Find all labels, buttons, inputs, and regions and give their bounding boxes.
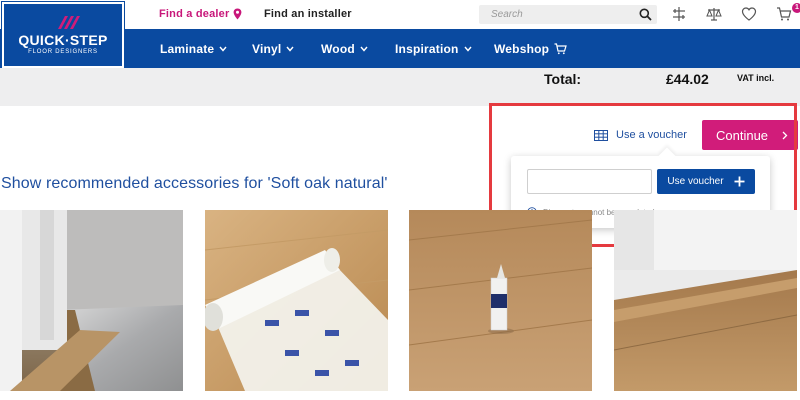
nav-label: Vinyl: [252, 42, 282, 56]
continue-label: Continue: [716, 127, 769, 143]
brand-logo[interactable]: QUICK·STEP FLOOR DESIGNERS: [2, 2, 124, 68]
total-value: £44.02: [666, 71, 709, 87]
nav-label: Wood: [321, 42, 355, 56]
nav-label: Webshop: [494, 42, 550, 56]
cart-icon: [554, 43, 567, 55]
cart-count-badge: 1: [792, 3, 800, 13]
recommended-title: Show recommended accessories for 'Soft o…: [1, 175, 388, 192]
product-tile-profile-transition[interactable]: [0, 210, 183, 391]
brand-tagline: FLOOR DESIGNERS: [28, 49, 98, 55]
nav-label: Inspiration: [395, 42, 459, 56]
nav-laminate[interactable]: Laminate: [160, 42, 227, 56]
nav-wood[interactable]: Wood: [321, 42, 368, 56]
heart-icon[interactable]: [741, 6, 757, 22]
voucher-icon: [594, 129, 608, 141]
chevron-right-icon: [782, 131, 788, 139]
product-tile-sealant-tube[interactable]: [409, 210, 592, 391]
chevron-down-icon: [464, 46, 472, 52]
order-summary: Total: £44.02 VAT incl.: [0, 68, 800, 106]
use-voucher-link[interactable]: Use a voucher: [594, 129, 687, 141]
map-pin-icon: [234, 8, 242, 20]
continue-button[interactable]: Continue: [702, 120, 798, 150]
logo-mark-icon: [58, 16, 80, 29]
product-image: [0, 210, 183, 391]
total-label: Total:: [544, 71, 582, 87]
product-tile-skirting-board[interactable]: [614, 210, 797, 391]
find-dealer-label: Find a dealer: [159, 8, 230, 20]
search-box: [479, 5, 657, 24]
nav-webshop[interactable]: Webshop: [494, 42, 567, 56]
search-input[interactable]: [479, 5, 629, 24]
use-voucher-button[interactable]: Use voucher: [657, 169, 755, 194]
product-image: [205, 210, 388, 391]
cart-icon[interactable]: [776, 6, 792, 22]
find-dealer-link[interactable]: Find a dealer: [159, 8, 242, 20]
product-image: [409, 210, 592, 391]
compare-icon[interactable]: [671, 6, 687, 22]
plus-icon: [734, 176, 745, 187]
use-voucher-label: Use a voucher: [616, 129, 687, 141]
chevron-down-icon: [360, 46, 368, 52]
voucher-code-input[interactable]: [527, 169, 652, 194]
chevron-down-icon: [286, 46, 295, 52]
find-installer-link[interactable]: Find an installer: [264, 8, 352, 20]
page: Find a dealer Find an installer Search 1…: [0, 0, 800, 400]
use-voucher-button-label: Use voucher: [667, 176, 724, 187]
chevron-down-icon: [219, 46, 227, 52]
nav-inspiration[interactable]: Inspiration: [395, 42, 472, 56]
vat-label: VAT incl.: [737, 73, 775, 83]
nav-label: Laminate: [160, 42, 215, 56]
product-tile-underlay-roll[interactable]: [205, 210, 388, 391]
nav-vinyl[interactable]: Vinyl: [252, 42, 295, 56]
scale-icon[interactable]: [706, 6, 722, 22]
brand-name: QUICK·STEP: [18, 32, 108, 48]
search-icon[interactable]: [639, 8, 652, 21]
product-image: [614, 210, 797, 391]
